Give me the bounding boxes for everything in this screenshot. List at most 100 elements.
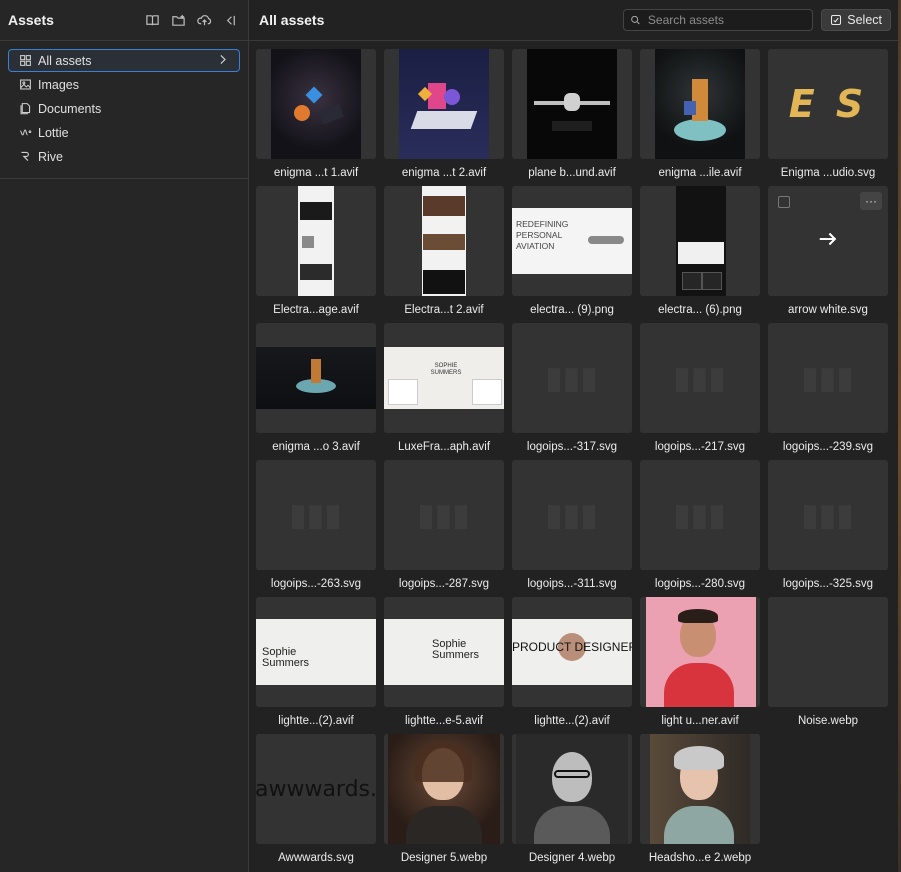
- asset-thumbnail: ▮▮▮: [512, 323, 632, 433]
- more-options-button[interactable]: ···: [860, 192, 882, 210]
- thumbnail-headline: Sophie Summers: [262, 646, 310, 669]
- asset-name: logoips...-239.svg: [782, 440, 874, 453]
- asset-tile[interactable]: ▮▮▮ logoips...-317.svg: [512, 323, 632, 460]
- sidebar-item-label: Documents: [38, 101, 102, 116]
- asset-thumbnail: [384, 734, 504, 844]
- asset-tile[interactable]: ▮▮▮ logoips...-325.svg: [768, 460, 888, 597]
- asset-tile[interactable]: REDEFINING PERSONAL AVIATION electra... …: [512, 186, 632, 323]
- sidebar-item-label: All assets: [38, 53, 92, 68]
- sidebar-item-label: Images: [38, 77, 79, 92]
- asset-tile[interactable]: PRODUCT DESIGNER lightte...(2).avif: [512, 597, 632, 734]
- logo-text: E S: [788, 82, 868, 126]
- asset-thumbnail: [256, 323, 376, 433]
- sidebar-title: Assets: [8, 12, 54, 28]
- sidebar-header: Assets: [0, 0, 248, 41]
- asset-name: Noise.webp: [797, 714, 859, 727]
- sidebar-item-all-assets[interactable]: All assets: [8, 49, 240, 72]
- asset-tile[interactable]: plane b...und.avif: [512, 49, 632, 186]
- asset-name: Electra...t 2.avif: [404, 303, 484, 316]
- grid-icon: [20, 55, 31, 66]
- asset-name: lightte...(2).avif: [534, 714, 610, 727]
- thumbnail-headline: SOPHIE SUMMERS: [430, 363, 462, 376]
- asset-tile[interactable]: Electra...t 2.avif: [384, 186, 504, 323]
- asset-tile[interactable]: enigma ...ile.avif: [640, 49, 760, 186]
- sidebar-item-label: Rive: [38, 149, 64, 164]
- asset-name: enigma ...o 3.avif: [272, 440, 360, 453]
- upload-icon[interactable]: [196, 12, 212, 28]
- asset-tile[interactable]: ▮▮▮ logoips...-217.svg: [640, 323, 760, 460]
- logo-text: awwwards.: [256, 776, 376, 802]
- asset-tile[interactable]: Designer 5.webp: [384, 734, 504, 871]
- asset-tile[interactable]: Headsho...e 2.webp: [640, 734, 760, 871]
- asset-name: logoips...-311.svg: [527, 577, 617, 590]
- asset-tile[interactable]: Sophie Summers lightte...(2).avif: [256, 597, 376, 734]
- asset-tile[interactable]: enigma ...t 1.avif: [256, 49, 376, 186]
- asset-name: LuxeFra...aph.avif: [397, 440, 491, 453]
- asset-tile[interactable]: SOPHIE SUMMERS LuxeFra...aph.avif: [384, 323, 504, 460]
- select-button[interactable]: Select: [821, 9, 891, 31]
- asset-tile[interactable]: Designer 4.webp: [512, 734, 632, 871]
- asset-name: plane b...und.avif: [528, 166, 616, 179]
- search-input[interactable]: [645, 12, 807, 28]
- asset-thumbnail: Sophie Summers: [256, 597, 376, 707]
- logo-placeholder: ▮▮▮: [673, 498, 727, 532]
- asset-thumbnail: [640, 597, 760, 707]
- sidebar-item-rive[interactable]: Rive: [8, 145, 240, 168]
- select-checkbox[interactable]: [778, 196, 790, 208]
- asset-name: enigma ...t 1.avif: [273, 166, 359, 179]
- asset-name: Designer 4.webp: [528, 851, 616, 864]
- asset-thumbnail: ▮▮▮: [640, 323, 760, 433]
- logo-placeholder: ▮▮▮: [417, 498, 471, 532]
- asset-tile[interactable]: ··· arrow white.svg: [768, 186, 888, 323]
- asset-thumbnail: ▮▮▮: [512, 460, 632, 570]
- asset-thumbnail: ···: [768, 186, 888, 296]
- asset-tile[interactable]: ▮▮▮ logoips...-263.svg: [256, 460, 376, 597]
- lottie-icon: [20, 129, 32, 136]
- collapse-sidebar-icon[interactable]: [222, 12, 238, 28]
- asset-tile[interactable]: E S Enigma ...udio.svg: [768, 49, 888, 186]
- asset-thumbnail: E S: [768, 49, 888, 159]
- assets-main: All assets Select enigma ...t 1.avif: [249, 0, 901, 872]
- new-folder-icon[interactable]: [170, 12, 186, 28]
- asset-thumbnail: [512, 49, 632, 159]
- asset-tile[interactable]: electra... (6).png: [640, 186, 760, 323]
- asset-tile[interactable]: ▮▮▮ logoips...-287.svg: [384, 460, 504, 597]
- main-header: All assets Select: [249, 0, 901, 41]
- asset-name: logoips...-280.svg: [654, 577, 746, 590]
- asset-thumbnail: Sophie Summers: [384, 597, 504, 707]
- checkbox-icon: [831, 14, 842, 26]
- sidebar-nav: All assets Images Documents Lottie Rive: [0, 41, 248, 168]
- assets-grid: enigma ...t 1.avif enigma ...t 2.avif pl…: [256, 49, 888, 871]
- asset-thumbnail: SOPHIE SUMMERS: [384, 323, 504, 433]
- asset-thumbnail: [256, 49, 376, 159]
- asset-name: electra... (9).png: [530, 303, 614, 316]
- asset-name: enigma ...ile.avif: [658, 166, 742, 179]
- asset-name: arrow white.svg: [788, 303, 868, 316]
- asset-thumbnail: ▮▮▮: [768, 323, 888, 433]
- asset-name: Designer 5.webp: [400, 851, 488, 864]
- assets-sidebar: Assets All assets Images Documents Lotti…: [0, 0, 249, 872]
- sidebar-item-documents[interactable]: Documents: [8, 97, 240, 120]
- sidebar-item-images[interactable]: Images: [8, 73, 240, 96]
- asset-tile[interactable]: ▮▮▮ logoips...-311.svg: [512, 460, 632, 597]
- asset-tile[interactable]: enigma ...o 3.avif: [256, 323, 376, 460]
- sidebar-item-lottie[interactable]: Lottie: [8, 121, 240, 144]
- asset-thumbnail: [640, 186, 760, 296]
- asset-tile[interactable]: light u...ner.avif: [640, 597, 760, 734]
- asset-name: electra... (6).png: [658, 303, 742, 316]
- asset-tile[interactable]: awwwards. Awwwards.svg: [256, 734, 376, 871]
- logo-placeholder: ▮▮▮: [801, 361, 855, 395]
- asset-name: logoips...-317.svg: [526, 440, 618, 453]
- asset-thumbnail: ▮▮▮: [768, 460, 888, 570]
- asset-tile[interactable]: Electra...age.avif: [256, 186, 376, 323]
- asset-tile[interactable]: Noise.webp: [768, 597, 888, 734]
- asset-name: Electra...age.avif: [273, 303, 359, 316]
- asset-tile[interactable]: enigma ...t 2.avif: [384, 49, 504, 186]
- asset-tile[interactable]: ▮▮▮ logoips...-239.svg: [768, 323, 888, 460]
- asset-name: lightte...(2).avif: [278, 714, 354, 727]
- sidebar-divider: [0, 178, 248, 179]
- search-box[interactable]: [623, 9, 814, 31]
- book-icon[interactable]: [144, 12, 160, 28]
- asset-tile[interactable]: ▮▮▮ logoips...-280.svg: [640, 460, 760, 597]
- asset-tile[interactable]: Sophie Summers lightte...e-5.avif: [384, 597, 504, 734]
